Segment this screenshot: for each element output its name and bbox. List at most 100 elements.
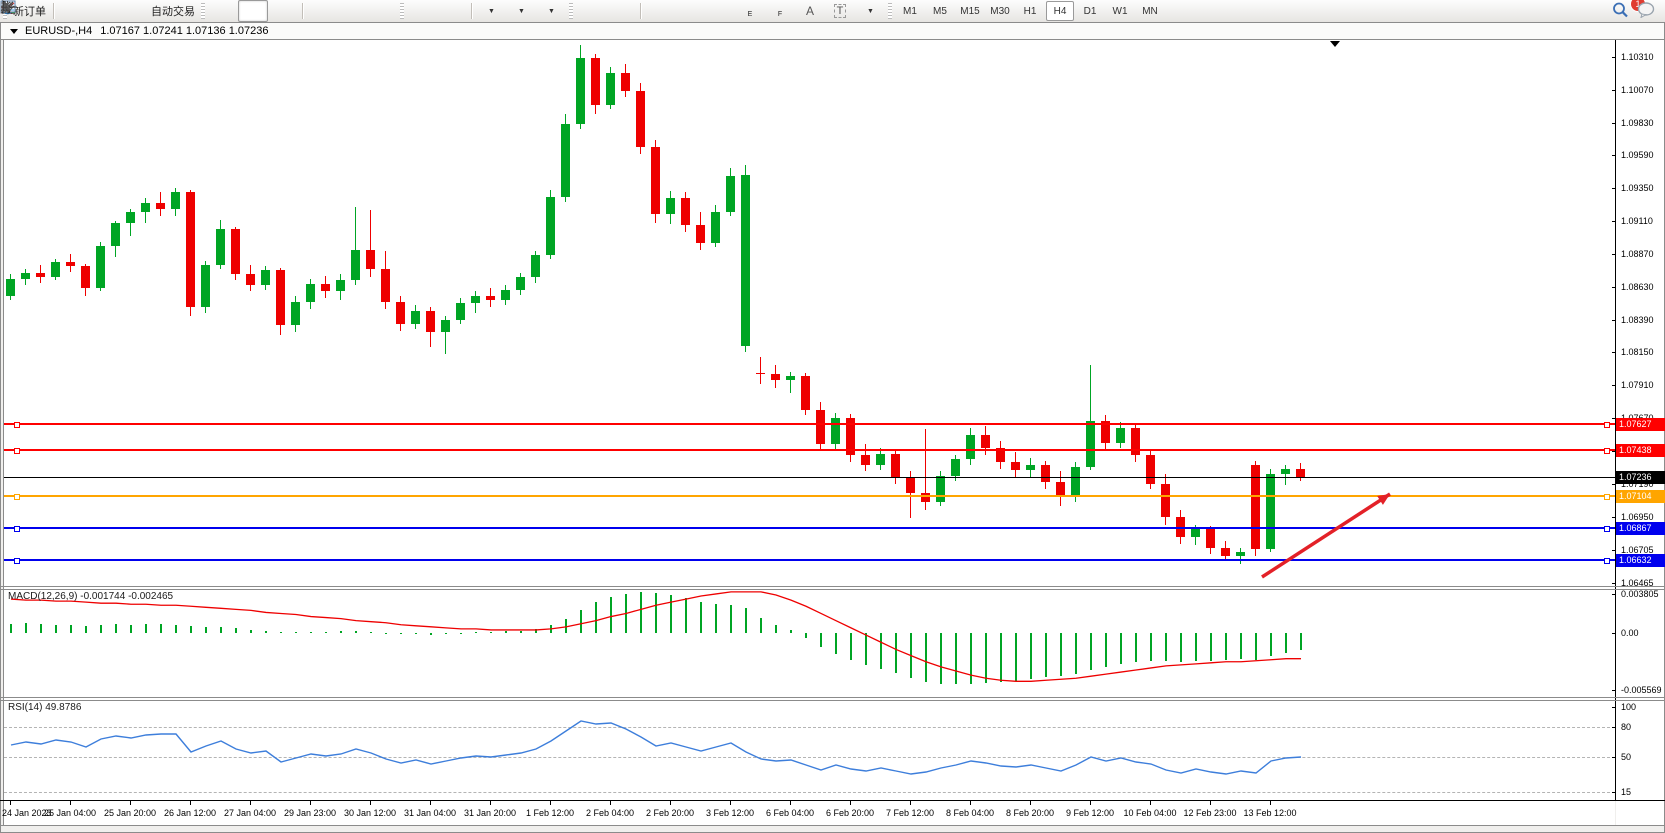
macd-histogram-bar xyxy=(85,626,87,633)
macd-histogram-bar xyxy=(865,633,867,665)
macd-histogram-bar xyxy=(880,633,882,669)
candle-down xyxy=(396,302,405,324)
time-tick xyxy=(70,801,71,805)
candle-up xyxy=(786,376,795,380)
candle-up xyxy=(726,176,735,212)
macd-histogram-bar xyxy=(1030,633,1032,679)
macd-histogram-bar xyxy=(820,633,822,647)
macd-histogram-bar xyxy=(490,632,492,633)
macd-axis-tick xyxy=(1612,633,1616,634)
hline-handle[interactable] xyxy=(1604,558,1610,564)
candle-down xyxy=(681,198,690,225)
macd-histogram-bar xyxy=(70,625,72,633)
time-axis-label: 27 Jan 04:00 xyxy=(218,808,282,818)
macd-histogram-bar xyxy=(445,633,447,634)
macd-histogram-bar xyxy=(775,625,777,633)
macd-histogram-bar xyxy=(835,633,837,654)
hline-handle[interactable] xyxy=(1604,448,1610,454)
hline-handle[interactable] xyxy=(14,422,20,428)
price-tick xyxy=(1612,188,1616,189)
hline-handle[interactable] xyxy=(14,494,20,500)
candle-up xyxy=(516,277,525,289)
price-hline[interactable] xyxy=(4,423,1615,425)
time-tick xyxy=(970,801,971,805)
macd-histogram-bar xyxy=(25,623,27,633)
macd-histogram-bar xyxy=(715,604,717,633)
candle-down xyxy=(621,73,630,91)
price-hline[interactable] xyxy=(4,559,1615,561)
time-tick xyxy=(610,801,611,805)
hline-handle[interactable] xyxy=(14,526,20,532)
time-tick xyxy=(790,801,791,805)
hline-handle[interactable] xyxy=(14,558,20,564)
candle-down xyxy=(906,477,915,493)
price-tick xyxy=(1612,583,1616,584)
chart-shift-marker[interactable] xyxy=(1330,41,1340,47)
candle-up xyxy=(471,296,480,303)
macd-histogram-bar xyxy=(655,593,657,633)
macd-histogram-bar xyxy=(55,625,57,633)
candle-down xyxy=(1011,462,1020,470)
time-axis-label: 26 Jan 12:00 xyxy=(158,808,222,818)
candle-down xyxy=(1041,465,1050,483)
price-tick-label: 1.10070 xyxy=(1621,85,1654,95)
macd-histogram-bar xyxy=(205,627,207,633)
candle-down xyxy=(756,373,765,374)
rsi-level-label: 15 xyxy=(1621,787,1631,797)
time-axis-label: 31 Jan 04:00 xyxy=(398,808,462,818)
hline-handle[interactable] xyxy=(1604,422,1610,428)
rsi-level-label: 80 xyxy=(1621,722,1631,732)
hline-handle[interactable] xyxy=(1604,526,1610,532)
macd-histogram-bar xyxy=(265,631,267,633)
rsi-level-label: 50 xyxy=(1621,752,1631,762)
rsi-level-label: 100 xyxy=(1621,702,1636,712)
macd-histogram-bar xyxy=(1120,633,1122,664)
candle-down xyxy=(246,274,255,285)
price-hline[interactable] xyxy=(4,527,1615,529)
candle-down xyxy=(1131,428,1140,455)
time-axis-label: 1 Feb 12:00 xyxy=(518,808,582,818)
price-tick xyxy=(1612,287,1616,288)
macd-histogram-bar xyxy=(160,624,162,633)
candle-down xyxy=(231,229,240,274)
candle-down xyxy=(801,376,810,410)
hline-handle[interactable] xyxy=(14,448,20,454)
time-axis-label: 8 Feb 04:00 xyxy=(938,808,1002,818)
price-tag: 1.07438 xyxy=(1616,444,1665,457)
price-hline[interactable] xyxy=(4,477,1615,478)
time-axis-label: 31 Jan 20:00 xyxy=(458,808,522,818)
time-axis-label: 2 Feb 04:00 xyxy=(578,808,642,818)
panel-splitter[interactable] xyxy=(0,586,1665,587)
price-hline[interactable] xyxy=(4,495,1615,497)
candle-down xyxy=(36,273,45,277)
macd-histogram-bar xyxy=(475,632,477,633)
macd-histogram-bar xyxy=(235,628,237,633)
macd-histogram-bar xyxy=(1300,633,1302,650)
price-tag: 1.06632 xyxy=(1616,554,1665,567)
time-axis-label: 10 Feb 04:00 xyxy=(1118,808,1182,818)
price-tag: 1.07236 xyxy=(1616,471,1665,484)
macd-histogram-bar xyxy=(100,625,102,633)
macd-axis-label: -0.005569 xyxy=(1621,685,1662,695)
price-tick xyxy=(1612,517,1616,518)
time-tick xyxy=(1030,801,1031,805)
price-tick-label: 1.08150 xyxy=(1621,347,1654,357)
candle-down xyxy=(696,225,705,243)
panel-splitter[interactable] xyxy=(0,700,1665,701)
price-tick xyxy=(1612,254,1616,255)
panel-splitter[interactable] xyxy=(0,697,1665,698)
price-tick-label: 1.09590 xyxy=(1621,150,1654,160)
macd-histogram-bar xyxy=(1105,633,1107,667)
hline-handle[interactable] xyxy=(1604,494,1610,500)
panel-splitter[interactable] xyxy=(0,589,1665,590)
time-tick xyxy=(430,801,431,805)
candle-down xyxy=(1206,529,1215,548)
price-tag: 1.07104 xyxy=(1616,490,1665,503)
candle-down xyxy=(636,91,645,147)
time-axis-label: 7 Feb 12:00 xyxy=(878,808,942,818)
time-tick xyxy=(910,801,911,805)
candle-up xyxy=(216,229,225,265)
candle-up xyxy=(21,273,30,278)
macd-histogram-bar xyxy=(640,592,642,633)
price-hline[interactable] xyxy=(4,449,1615,451)
